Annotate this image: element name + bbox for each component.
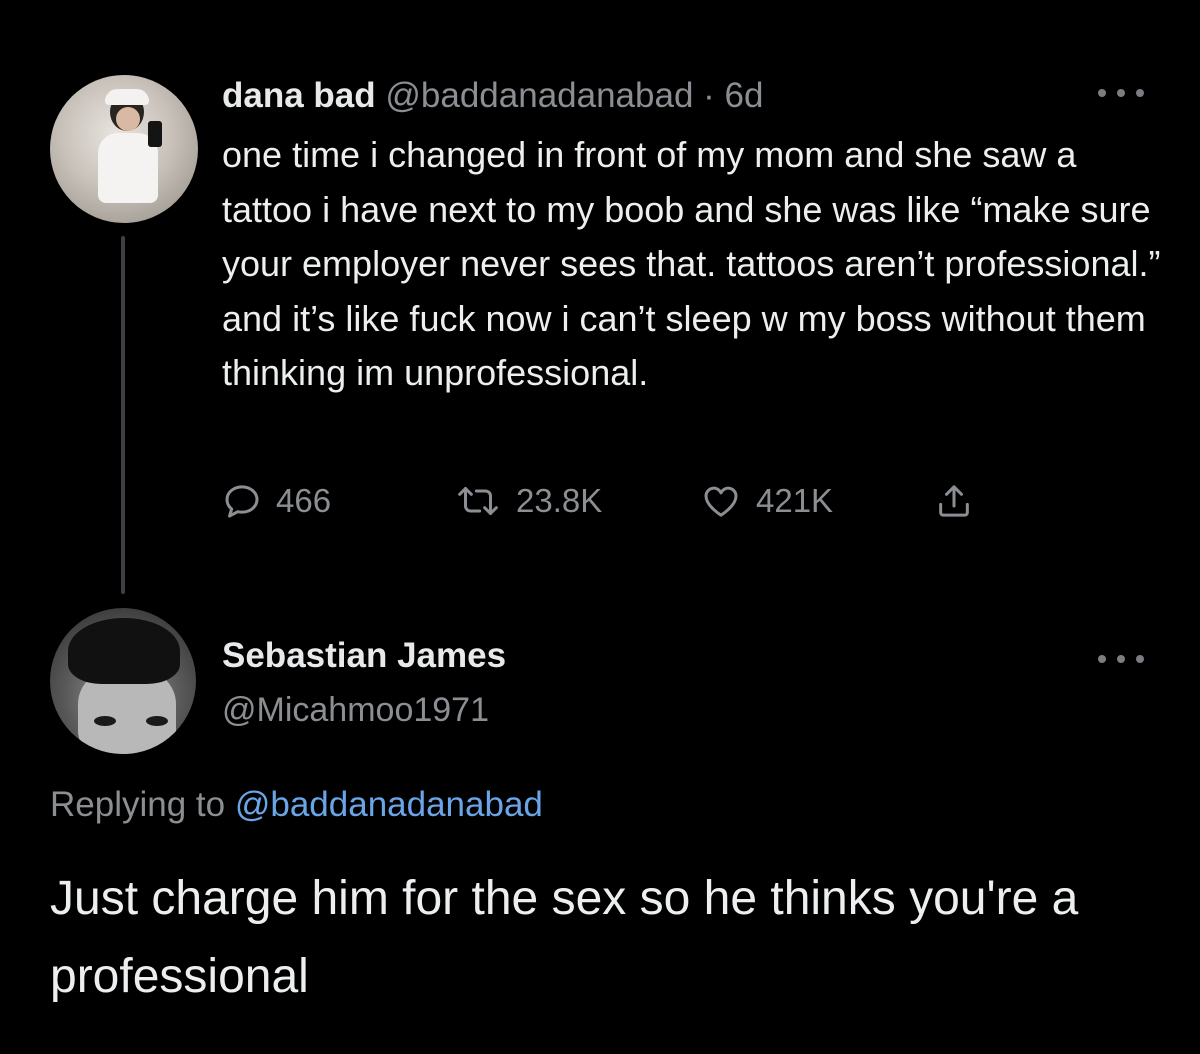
- avatar-eye: [94, 716, 116, 726]
- reply-count: 466: [276, 482, 332, 519]
- parent-handle[interactable]: @baddanadanabad: [385, 76, 693, 115]
- parent-avatar[interactable]: [50, 75, 198, 223]
- avatar-figure-cap: [105, 89, 149, 105]
- thread-line: [121, 236, 125, 594]
- more-icon[interactable]: [1098, 644, 1144, 674]
- more-icon-dot: [1136, 89, 1144, 97]
- parent-timestamp[interactable]: 6d: [725, 76, 764, 115]
- reply-handle[interactable]: @Micahmoo1971: [222, 688, 489, 732]
- share-icon: [934, 481, 974, 521]
- like-count: 421K: [756, 482, 834, 519]
- avatar-eye: [146, 716, 168, 726]
- reply-display-name[interactable]: Sebastian James: [222, 634, 506, 678]
- more-icon-dot: [1098, 89, 1106, 97]
- replying-to-label: Replying to: [50, 785, 226, 824]
- more-icon-dot: [1136, 655, 1144, 663]
- retweet-icon: [454, 481, 502, 521]
- more-icon-dot: [1117, 655, 1125, 663]
- action-bar: 466 23.8K 421K: [222, 474, 1022, 528]
- more-icon[interactable]: [1098, 78, 1144, 108]
- avatar-figure-phone: [148, 121, 162, 147]
- retweet-count: 23.8K: [516, 482, 603, 519]
- reply-icon: [222, 481, 262, 521]
- share-button[interactable]: [934, 474, 974, 528]
- reply-tweet-text: Just charge him for the sex so he thinks…: [50, 872, 1079, 1003]
- avatar-hair: [68, 618, 180, 684]
- replying-to-mention[interactable]: @baddanadanabad: [235, 785, 543, 824]
- reply-avatar[interactable]: [50, 608, 196, 754]
- parent-display-name[interactable]: dana bad: [222, 76, 376, 115]
- more-icon-dot: [1117, 89, 1125, 97]
- like-button[interactable]: 421K: [700, 474, 833, 528]
- parent-tweet-text: one time i changed in front of my mom an…: [222, 134, 1161, 393]
- reply-button[interactable]: 466: [222, 474, 331, 528]
- more-icon-dot: [1098, 655, 1106, 663]
- heart-icon: [700, 481, 742, 521]
- parent-tweet[interactable]: dana bad @baddanadanabad · 6d one time i…: [0, 0, 1200, 600]
- replying-to-line: Replying to @baddanadanabad: [50, 782, 543, 828]
- header-separator: ·: [703, 76, 715, 115]
- retweet-button[interactable]: 23.8K: [454, 474, 602, 528]
- avatar-figure-face: [116, 107, 140, 131]
- parent-tweet-header: dana bad @baddanadanabad · 6d: [222, 74, 763, 118]
